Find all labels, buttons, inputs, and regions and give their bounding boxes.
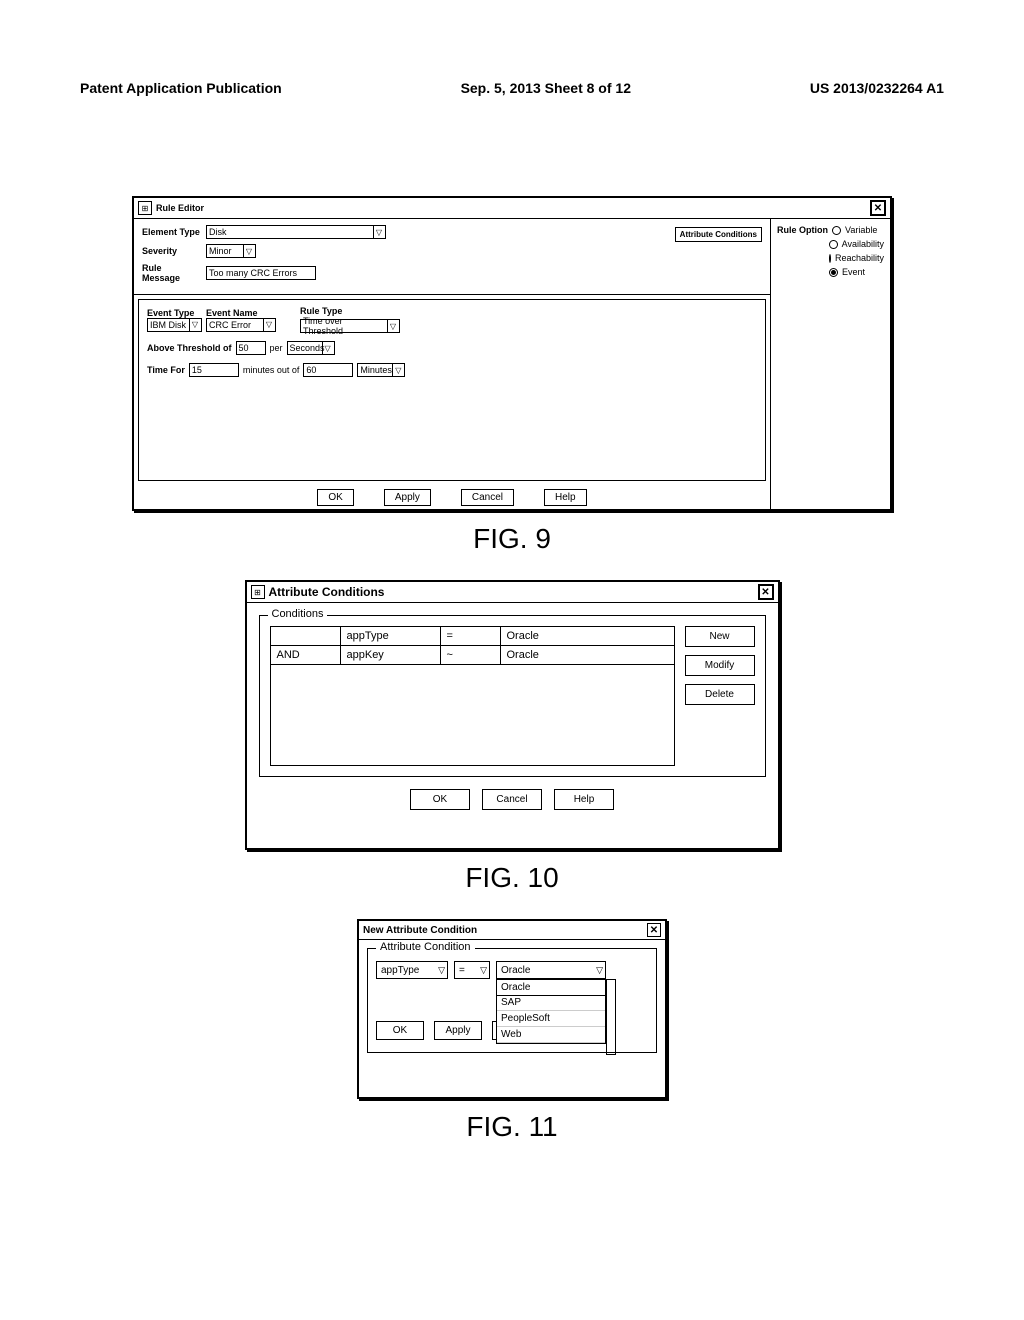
radio-availability-label: Availability — [842, 239, 884, 249]
event-type-select[interactable]: IBM Disk — [147, 318, 202, 332]
conditions-table[interactable]: appType = Oracle AND appKey ~ Oracle — [270, 626, 675, 766]
ok-button[interactable]: OK — [410, 789, 470, 810]
option-sap[interactable]: SAP — [497, 995, 605, 1011]
ok-button[interactable]: OK — [317, 489, 353, 506]
operator-select[interactable]: = — [454, 961, 490, 979]
new-button[interactable]: New — [685, 626, 755, 647]
new-attribute-condition-window: New Attribute Condition ✕ Attribute Cond… — [357, 919, 667, 1099]
op-cell: AND — [271, 646, 341, 665]
option-web[interactable]: Web — [497, 1027, 605, 1043]
cmp-cell: = — [441, 627, 501, 646]
figure-9-caption: FIG. 9 — [80, 523, 944, 555]
event-type-label: Event Type — [147, 308, 202, 318]
rule-message-input[interactable]: Too many CRC Errors — [206, 266, 316, 280]
rule-message-label: Rule Message — [142, 263, 202, 283]
titlebar: ⊞ Attribute Conditions ✕ — [247, 582, 778, 603]
attribute-condition-legend: Attribute Condition — [376, 941, 475, 953]
figure-11-caption: FIG. 11 — [80, 1111, 944, 1143]
cancel-button[interactable]: Cancel — [461, 489, 514, 506]
attr-cell: appType — [341, 627, 441, 646]
element-type-label: Element Type — [142, 227, 202, 237]
attribute-condition-fieldset: Attribute Condition appType = Oracle Ora… — [367, 948, 657, 1053]
apply-button[interactable]: Apply — [434, 1021, 482, 1040]
conditions-fieldset: Conditions appType = Oracle AND appKey ~ — [259, 615, 766, 777]
time-for-label: Time For — [147, 365, 185, 375]
figure-10-caption: FIG. 10 — [80, 862, 944, 894]
attribute-conditions-button[interactable]: Attribute Conditions — [675, 227, 762, 242]
attr-cell: appKey — [341, 646, 441, 665]
rule-option-panel: Rule Option Variable Availability Reacha… — [770, 219, 890, 510]
conditions-legend: Conditions — [268, 608, 328, 620]
titlebar: ⊞ Rule Editor ✕ — [134, 198, 890, 219]
threshold-input[interactable]: 50 — [236, 341, 266, 355]
time-for-input[interactable]: 15 — [189, 363, 239, 377]
delete-button[interactable]: Delete — [685, 684, 755, 705]
rule-option-label: Rule Option — [777, 225, 828, 235]
ok-button[interactable]: OK — [376, 1021, 424, 1040]
window-title: New Attribute Condition — [363, 925, 647, 936]
help-button[interactable]: Help — [554, 789, 614, 810]
option-oracle[interactable]: Oracle — [496, 979, 606, 996]
attribute-conditions-window: ⊞ Attribute Conditions ✕ Conditions appT… — [245, 580, 780, 850]
minutes-out-of-label: minutes out of — [243, 365, 300, 375]
threshold-label: Above Threshold of — [147, 343, 232, 353]
window-title: Attribute Conditions — [269, 585, 758, 599]
header-right: US 2013/0232264 A1 — [810, 80, 944, 96]
radio-reachability[interactable] — [829, 254, 831, 263]
scrollbar[interactable] — [606, 979, 616, 1055]
option-peoplesoft[interactable]: PeopleSoft — [497, 1011, 605, 1027]
out-of-unit-select[interactable]: Minutes — [357, 363, 405, 377]
radio-event[interactable] — [829, 268, 838, 277]
radio-reachability-label: Reachability — [835, 253, 884, 263]
page-header: Patent Application Publication Sep. 5, 2… — [80, 80, 944, 96]
rule-editor-window: ⊞ Rule Editor ✕ Element Type Disk Attrib… — [132, 196, 892, 511]
severity-label: Severity — [142, 246, 202, 256]
event-name-label: Event Name — [206, 308, 276, 318]
help-button[interactable]: Help — [544, 489, 587, 506]
rule-type-select[interactable]: Time over Threshold — [300, 319, 400, 333]
table-row: AND appKey ~ Oracle — [271, 646, 674, 665]
element-type-select[interactable]: Disk — [206, 225, 386, 239]
attribute-select[interactable]: appType — [376, 961, 448, 979]
apply-button[interactable]: Apply — [384, 489, 431, 506]
val-cell: Oracle — [501, 627, 674, 646]
header-left: Patent Application Publication — [80, 80, 282, 96]
close-icon[interactable]: ✕ — [647, 923, 661, 937]
window-title: Rule Editor — [156, 203, 870, 213]
radio-availability[interactable] — [829, 240, 838, 249]
out-of-input[interactable]: 60 — [303, 363, 353, 377]
close-icon[interactable]: ✕ — [758, 584, 774, 600]
event-name-select[interactable]: CRC Error — [206, 318, 276, 332]
per-unit-select[interactable]: Seconds — [287, 341, 335, 355]
table-row: appType = Oracle — [271, 627, 674, 646]
app-icon: ⊞ — [138, 201, 152, 215]
cancel-button[interactable]: Cancel — [482, 789, 542, 810]
modify-button[interactable]: Modify — [685, 655, 755, 676]
value-select[interactable]: Oracle — [496, 961, 606, 979]
val-cell: Oracle — [501, 646, 674, 665]
cmp-cell: ~ — [441, 646, 501, 665]
severity-select[interactable]: Minor — [206, 244, 256, 258]
radio-variable[interactable] — [832, 226, 841, 235]
header-center: Sep. 5, 2013 Sheet 8 of 12 — [461, 80, 631, 96]
app-icon: ⊞ — [251, 585, 265, 599]
close-icon[interactable]: ✕ — [870, 200, 886, 216]
value-dropdown-list[interactable]: Oracle SAP PeopleSoft Web — [496, 979, 606, 1044]
radio-event-label: Event — [842, 267, 865, 277]
radio-variable-label: Variable — [845, 225, 877, 235]
rule-type-label: Rule Type — [300, 306, 400, 316]
per-label: per — [270, 343, 283, 353]
op-cell — [271, 627, 341, 646]
titlebar: New Attribute Condition ✕ — [359, 921, 665, 940]
